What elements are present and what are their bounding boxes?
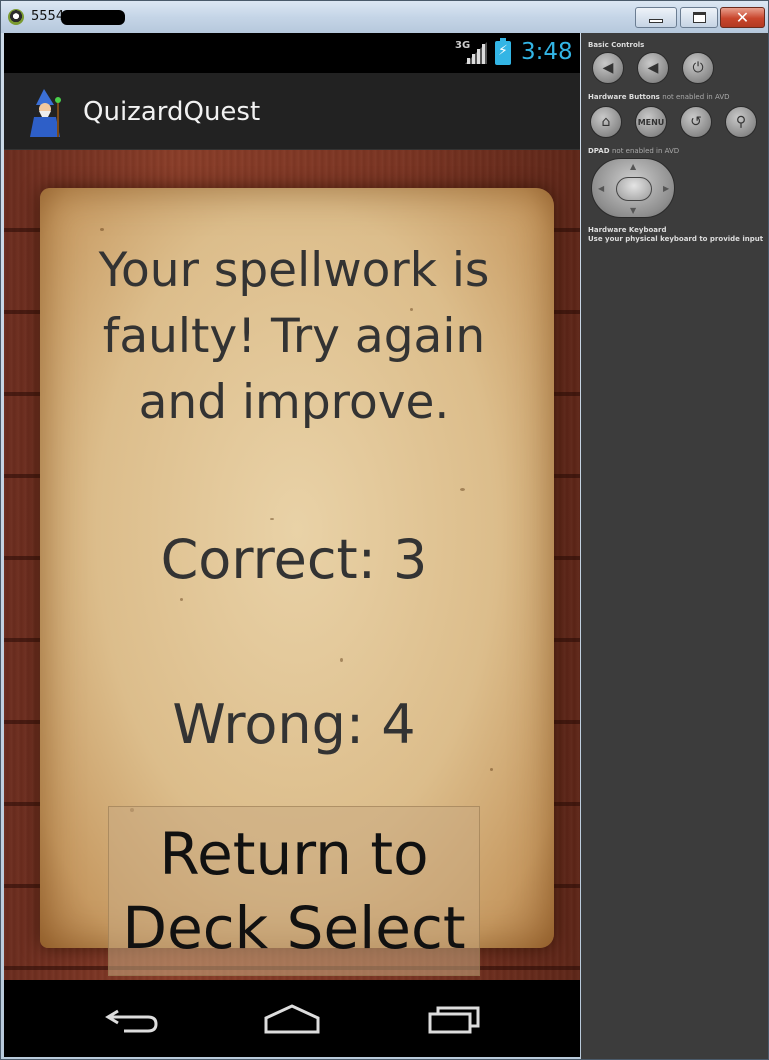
hardware-buttons-label: Hardware Buttons not enabled in AVD (588, 93, 730, 101)
hardware-keyboard-label: Hardware Keyboard Use your physical keyb… (588, 226, 764, 243)
maximize-icon (692, 12, 706, 23)
close-icon: ✕ (735, 7, 750, 27)
menu-hardware-button[interactable]: MENU (635, 106, 667, 138)
search-hardware-button[interactable]: ⚲ (725, 106, 757, 138)
app-title: QuizardQuest (83, 97, 261, 127)
dpad-down-icon[interactable]: ▼ (630, 206, 636, 215)
result-screen: Your spellwork is faulty! Try again and … (4, 150, 580, 980)
dpad-control[interactable]: ▲ ▼ ◀ ▶ (591, 158, 675, 218)
emulator-window: 5554 ✕ 3G ⚡ 3:48 QuizardQuest Your spell… (0, 0, 769, 1060)
minimize-button[interactable] (635, 7, 677, 28)
home-icon[interactable] (262, 1002, 322, 1036)
dpad-right-icon[interactable]: ▶ (663, 184, 669, 193)
wizard-icon[interactable] (30, 87, 64, 137)
result-message: Your spellwork is faulty! Try again and … (98, 243, 490, 430)
volume-up-icon: ◀ (647, 60, 659, 76)
volume-down-button[interactable]: ◀ (592, 52, 624, 84)
action-bar: QuizardQuest (4, 73, 580, 150)
power-button[interactable]: ⏻ (682, 52, 714, 84)
minimize-icon (649, 18, 663, 23)
close-button[interactable]: ✕ (720, 7, 765, 28)
volume-down-icon: ◀ (602, 60, 614, 76)
emulator-controls-panel: Basic Controls ◀ ◀ ⏻ Hardware Buttons no… (581, 33, 768, 1059)
dpad-center-button[interactable] (616, 177, 652, 201)
return-to-deck-select-button[interactable]: Return to Deck Select (108, 806, 480, 976)
power-icon: ⏻ (692, 60, 704, 76)
dpad-left-icon[interactable]: ◀ (598, 184, 604, 193)
wrong-count: Wrong: 4 (172, 693, 416, 756)
correct-count: Correct: 3 (160, 528, 428, 591)
window-title: 5554 (31, 9, 65, 24)
back-icon[interactable] (104, 1002, 164, 1036)
basic-controls-label: Basic Controls (588, 41, 645, 49)
home-icon: ⌂ (601, 114, 611, 130)
status-clock: 3:48 (521, 39, 573, 65)
device-screen: 3G ⚡ 3:48 QuizardQuest Your spellwork is… (4, 33, 580, 1057)
window-titlebar[interactable]: 5554 ✕ (1, 1, 768, 33)
search-icon: ⚲ (735, 114, 747, 130)
maximize-button[interactable] (680, 7, 718, 28)
redacted-title-text (61, 10, 125, 25)
android-emulator-icon (8, 9, 24, 25)
undo-icon: ↺ (690, 114, 702, 130)
navigation-bar (4, 980, 580, 1057)
volume-up-button[interactable]: ◀ (637, 52, 669, 84)
dpad-up-icon[interactable]: ▲ (630, 162, 636, 171)
home-hardware-button[interactable]: ⌂ (590, 106, 622, 138)
status-bar: 3G ⚡ 3:48 (4, 33, 580, 73)
battery-charging-icon: ⚡ (495, 38, 511, 65)
recent-apps-icon[interactable] (424, 1002, 484, 1036)
dpad-label: DPAD not enabled in AVD (588, 147, 680, 155)
signal-icon (465, 42, 487, 64)
back-hardware-button[interactable]: ↺ (680, 106, 712, 138)
